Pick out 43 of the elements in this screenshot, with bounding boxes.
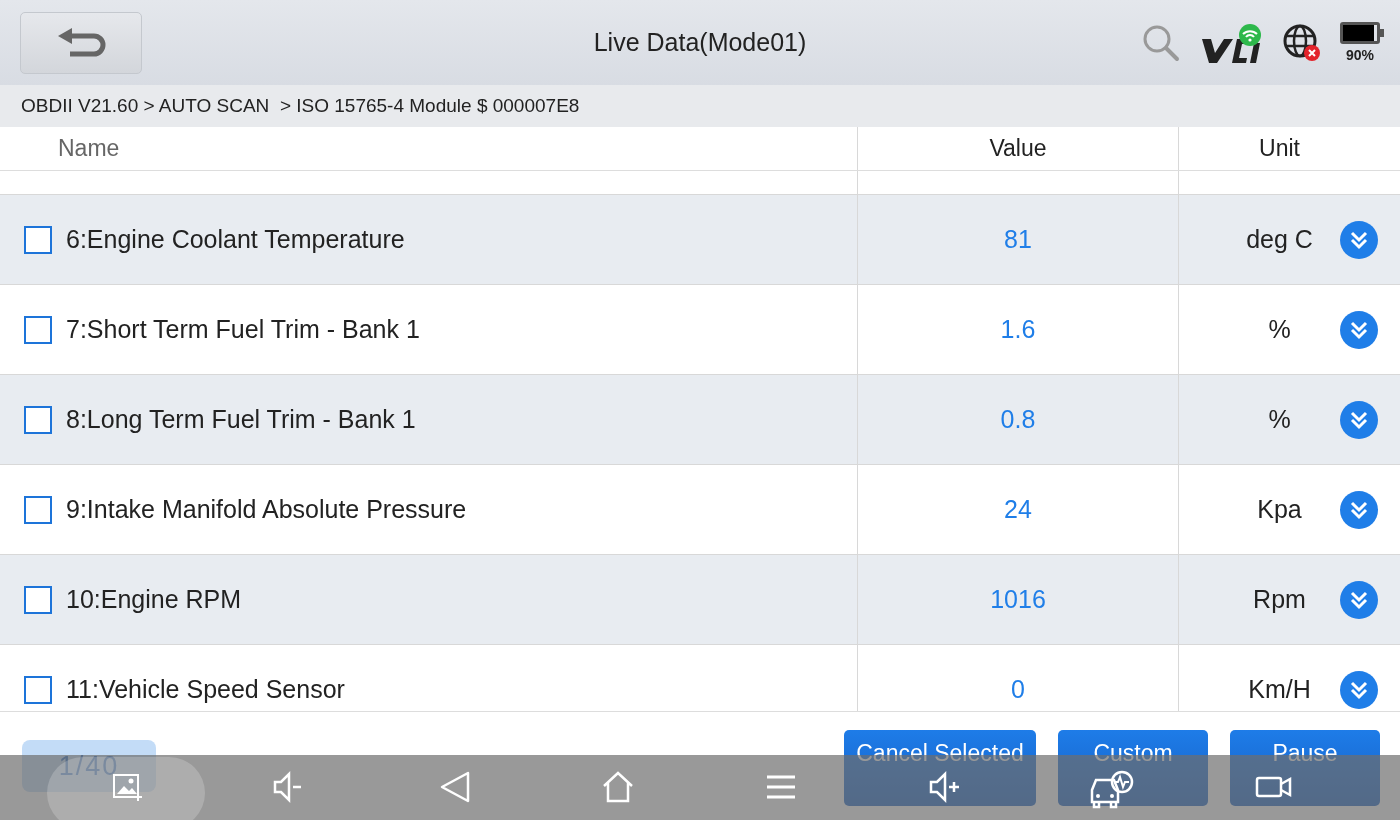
parameter-name: 8:Long Term Fuel Trim - Bank 1 bbox=[66, 405, 416, 434]
parameter-value: 0.8 bbox=[1000, 405, 1036, 434]
expand-icon[interactable] bbox=[1340, 490, 1378, 529]
checkbox[interactable] bbox=[24, 495, 52, 524]
parameter-value: 1016 bbox=[990, 585, 1046, 614]
parameter-unit: Rpm bbox=[1253, 585, 1306, 614]
column-header: Value bbox=[989, 135, 1047, 162]
volume-up-icon[interactable] bbox=[928, 770, 962, 804]
checkbox[interactable] bbox=[24, 315, 52, 344]
expand-icon[interactable] bbox=[1340, 310, 1378, 349]
breadcrumb: OBDII V21.60 > AUTO SCAN > ISO 15765-4 Module $ 000007E8 bbox=[0, 85, 1400, 127]
parameter-value: 81 bbox=[1004, 225, 1032, 254]
globe-icon[interactable] bbox=[1282, 22, 1322, 63]
back-arrow-icon bbox=[56, 25, 106, 60]
parameter-unit: deg C bbox=[1246, 225, 1313, 254]
expand-icon[interactable] bbox=[1340, 580, 1378, 619]
checkbox[interactable] bbox=[24, 585, 52, 614]
column-header: Unit bbox=[1259, 135, 1300, 162]
battery-percent: 90% bbox=[1346, 47, 1374, 63]
parameter-name: 11:Vehicle Speed Sensor bbox=[66, 675, 345, 704]
expand-icon[interactable] bbox=[1340, 220, 1378, 259]
parameter-value: 1.6 bbox=[1000, 315, 1036, 344]
parameter-name: 7:Short Term Fuel Trim - Bank 1 bbox=[66, 315, 420, 344]
expand-icon[interactable] bbox=[1340, 670, 1378, 709]
expand-icon[interactable] bbox=[1340, 400, 1378, 439]
back-icon[interactable] bbox=[438, 770, 472, 804]
parameter-name: 6:Engine Coolant Temperature bbox=[66, 225, 405, 254]
window-title: Live Data(Mode01) bbox=[593, 28, 807, 57]
checkbox[interactable] bbox=[24, 405, 52, 434]
parameter-name: 9:Intake Manifold Absolute Pressure bbox=[66, 495, 467, 524]
parameter-value: 24 bbox=[1004, 495, 1032, 524]
home-icon[interactable] bbox=[601, 770, 635, 804]
vci-wifi-icon[interactable] bbox=[1200, 22, 1264, 63]
back-button[interactable] bbox=[20, 11, 142, 74]
parameter-value: 0 bbox=[1011, 675, 1025, 704]
parameter-unit: % bbox=[1268, 315, 1291, 344]
parameter-unit: Km/H bbox=[1248, 675, 1311, 704]
column-header: Name bbox=[58, 135, 120, 162]
checkbox[interactable] bbox=[24, 225, 52, 254]
parameter-unit: Kpa bbox=[1257, 495, 1302, 524]
parameter-unit: % bbox=[1268, 405, 1291, 434]
parameter-name: 10:Engine RPM bbox=[66, 585, 242, 614]
checkbox[interactable] bbox=[24, 675, 52, 704]
